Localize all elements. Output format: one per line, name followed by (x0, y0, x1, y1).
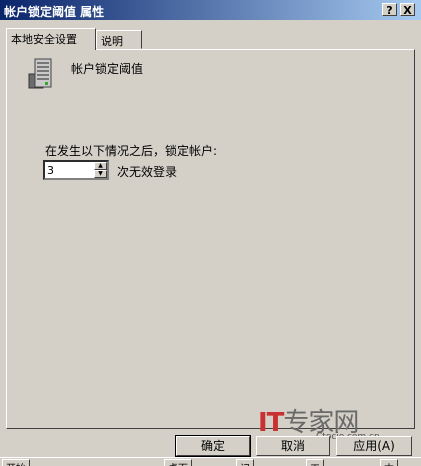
tab-local-security-setting[interactable]: 本地安全设置 (6, 28, 96, 50)
spin-down-arrow-icon[interactable]: ▼ (94, 170, 107, 178)
cancel-button[interactable]: 取消 (256, 436, 330, 456)
ok-button[interactable]: 确定 (175, 435, 251, 457)
lockout-description-label: 在发生以下情况之后，锁定帐户: (45, 144, 218, 158)
close-button[interactable]: X (400, 3, 415, 17)
window-title: 帐户锁定阈值 属性 (4, 5, 105, 19)
spin-up-arrow-icon[interactable]: ▲ (94, 162, 107, 170)
server-policy-icon (28, 58, 52, 89)
policy-name: 帐户锁定阈值 (71, 62, 144, 76)
tab-panel: 帐户锁定阈值 在发生以下情况之后，锁定帐户: ▲ ▼ 次无效登录 (6, 49, 415, 429)
apply-button[interactable]: 应用(A) (336, 436, 412, 456)
threshold-input[interactable] (47, 163, 91, 177)
tab-explain[interactable]: 说明 (96, 30, 142, 49)
threshold-spinner[interactable]: ▲ ▼ (43, 160, 109, 180)
title-bar: 帐户锁定阈值 属性 ? X (0, 0, 421, 20)
watermark-it: IT (258, 408, 284, 438)
help-button[interactable]: ? (382, 3, 397, 17)
threshold-unit-label: 次无效登录 (117, 165, 178, 179)
